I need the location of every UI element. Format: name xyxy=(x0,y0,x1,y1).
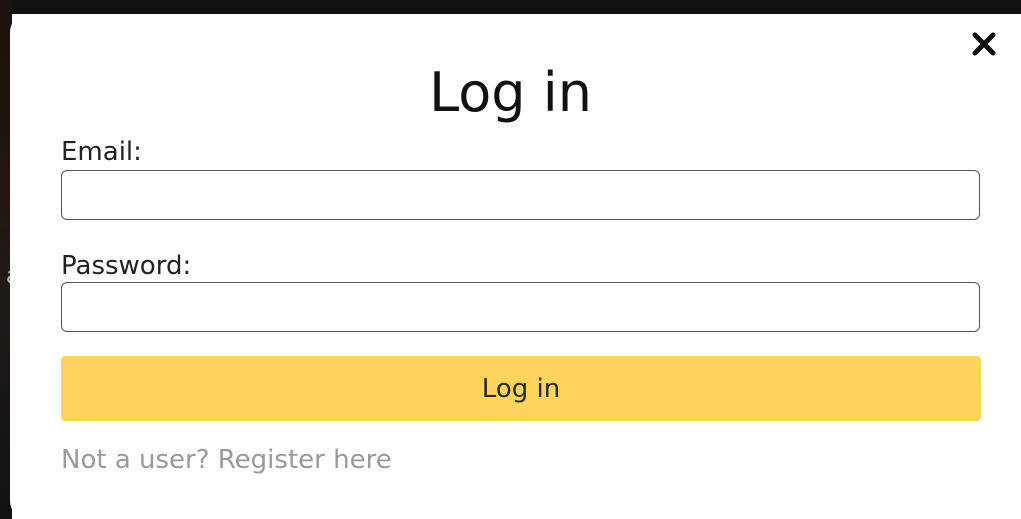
modal-title: Log in xyxy=(429,61,592,124)
close-button[interactable] xyxy=(964,22,1004,62)
backdrop-top-edge xyxy=(0,0,1021,14)
password-label: Password: xyxy=(61,251,192,281)
login-submit-button[interactable]: Log in xyxy=(61,356,981,421)
password-field[interactable] xyxy=(61,282,980,332)
register-link[interactable]: Not a user? Register here xyxy=(61,444,392,476)
email-field[interactable] xyxy=(61,170,980,220)
close-icon xyxy=(964,22,1004,62)
email-label: Email: xyxy=(61,137,142,167)
